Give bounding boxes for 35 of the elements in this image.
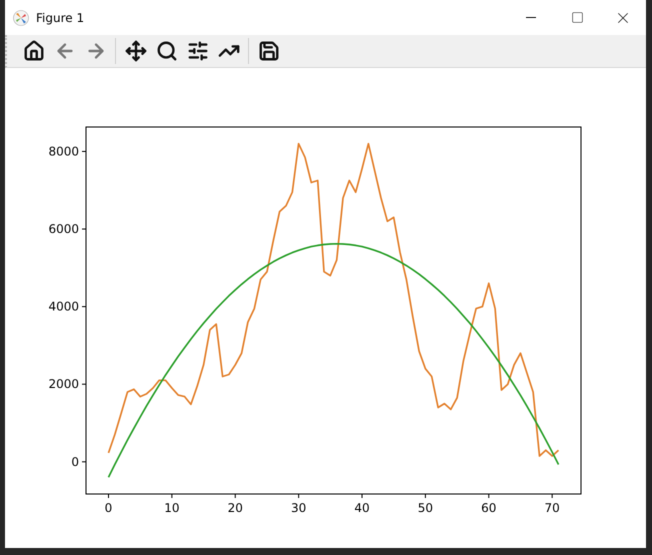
tick-label: 30 [291,501,306,515]
tick-label: 4000 [48,300,79,314]
tick-label: 10 [164,501,180,515]
tick-label: 0 [104,501,112,515]
tick-label: 50 [418,501,434,515]
tick-label: 8000 [48,144,79,158]
search-icon [156,40,178,62]
tick-mark [108,494,109,498]
move-icon [124,40,146,62]
maximize-icon [570,11,584,24]
window-title: Figure 1 [36,10,86,24]
tick-label: 2000 [48,377,79,392]
minimize-icon [526,17,536,18]
tick-mark [362,494,363,498]
tick-mark [82,150,86,152]
save-icon [258,40,280,62]
tick-label: 60 [481,501,496,515]
home-icon [22,40,44,62]
app-logo-icon [13,10,29,26]
tick-mark [82,461,86,462]
tick-label: 20 [228,501,243,515]
tick-mark [171,494,172,498]
sliders-icon [186,40,208,62]
tick-mark [234,494,236,498]
tick-mark [424,494,426,498]
tick-mark [298,494,300,498]
tick-label: 6000 [48,222,79,236]
tick-mark [82,228,86,230]
tick-mark [82,306,86,308]
tick-mark [488,494,490,498]
tick-label: 70 [544,501,560,515]
tick-label: 40 [354,501,370,515]
tick-label: 0 [71,454,79,469]
tick-mark [552,494,553,498]
tick-mark [82,384,86,385]
